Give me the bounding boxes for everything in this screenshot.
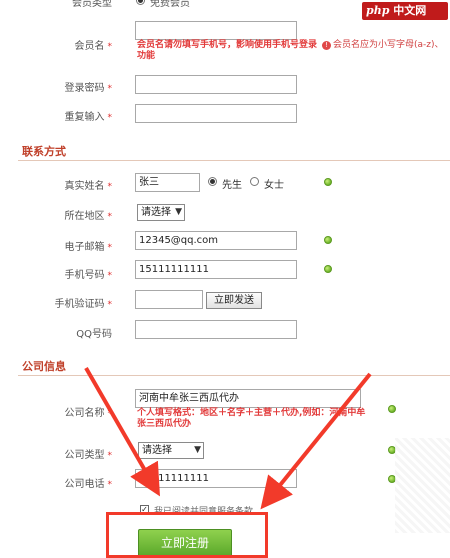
arrow-icon bbox=[84, 367, 160, 497]
watermark-area bbox=[395, 438, 450, 533]
annotation-arrows bbox=[84, 367, 372, 510]
arrow-icon bbox=[260, 372, 372, 510]
